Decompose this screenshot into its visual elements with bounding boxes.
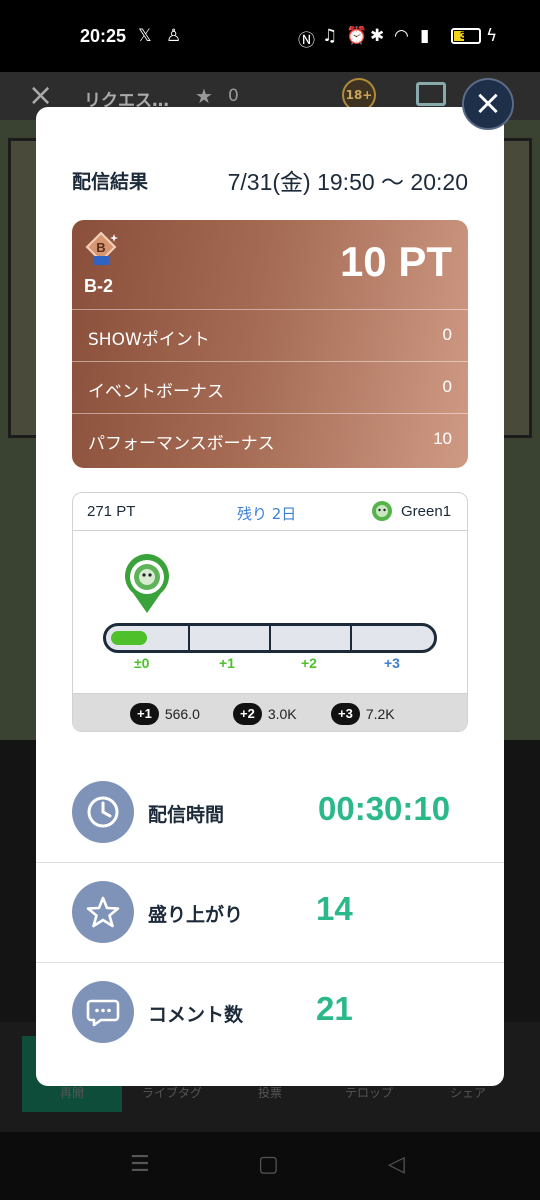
nfc-icon: Ⓝ	[298, 31, 315, 51]
requirement-step: +1	[130, 703, 159, 725]
user-avatar-icon	[372, 501, 392, 521]
rank-card: B B-2 10 PT SHOWポイント 0 イベントボーナス 0 パフォーマン…	[72, 220, 468, 468]
comment-icon	[72, 981, 134, 1043]
stat-label: コメント数	[148, 1004, 244, 1026]
accessibility-icon: ♙	[166, 26, 182, 46]
nav-label: テロップ	[345, 1086, 394, 1100]
rank-progress-card: 271 PT 残り 2日 Green1 ±0 +1 +2 +3 +1 566.0…	[72, 492, 468, 732]
user-name: Green1	[401, 503, 452, 520]
star-icon	[72, 881, 134, 943]
stat-duration: 配信時間 00:30:10	[36, 762, 504, 862]
rank-badge-icon: B	[85, 232, 118, 265]
points-row-label: イベントボーナス	[88, 382, 224, 402]
points-row-value: 10	[433, 429, 452, 448]
system-nav-bar: ☰ ▢ ◁	[0, 1132, 540, 1200]
progress-fill	[111, 631, 147, 645]
progress-tick: +3	[384, 655, 400, 671]
points-row-value: 0	[442, 377, 452, 396]
stat-label: 配信時間	[148, 804, 225, 826]
stat-value: 21	[316, 990, 353, 1027]
rank-progress-bar	[103, 623, 437, 653]
signal-icon: ▮	[420, 26, 430, 46]
charging-icon: ϟ	[486, 26, 498, 46]
alarm-icon: ⏰	[346, 26, 368, 46]
recents-icon[interactable]: ☰	[130, 1152, 150, 1177]
battery-level: 37	[459, 30, 473, 42]
rank-points: 10 PT	[339, 238, 452, 285]
days-remaining: 残り 2日	[237, 505, 297, 523]
requirement-item: +1 566.0	[130, 703, 200, 725]
star-count: 0	[228, 86, 239, 106]
clock-icon	[72, 781, 134, 843]
requirement-step: +2	[233, 703, 262, 725]
stat-label: 盛り上がり	[148, 904, 244, 926]
time-range: 7/31(金) 19:50 〜 20:20	[227, 169, 468, 195]
stat-value: 14	[316, 890, 353, 927]
points-row: SHOWポイント 0	[72, 309, 468, 361]
pip-icon	[416, 82, 446, 106]
current-points: 271 PT	[87, 503, 136, 520]
modal-title: 配信結果	[72, 171, 149, 193]
stat-excitement: 盛り上がり 14	[36, 862, 504, 962]
nav-label: シェア	[450, 1086, 487, 1100]
requirement-item: +2 3.0K	[233, 703, 297, 725]
x-app-icon: 𝕏	[138, 26, 152, 46]
requirement-value: 566.0	[164, 706, 200, 722]
status-bar: 20:25 𝕏 ♙ Ⓝ ♫ ⏰ ✱ ◠ ▮ 37 ϟ	[0, 0, 540, 72]
nav-label: 投票	[258, 1086, 283, 1100]
rank-label: B-2	[84, 276, 114, 296]
star-icon: ★	[195, 84, 213, 108]
wifi-icon: ◠	[394, 26, 409, 46]
stat-value: 00:30:10	[318, 790, 451, 827]
nav-label: ライブタグ	[142, 1086, 203, 1100]
requirement-value: 3.0K	[267, 706, 297, 722]
requirements-bar: +1 566.0 +2 3.0K +3 7.2K	[73, 693, 467, 731]
points-row: イベントボーナス 0	[72, 361, 468, 413]
nav-label: 再開	[60, 1086, 85, 1100]
close-modal-button[interactable]: ×	[462, 78, 514, 130]
badge-letter: B	[96, 240, 105, 255]
progress-tick: ±0	[134, 655, 150, 671]
battery-indicator: 37	[451, 28, 481, 44]
home-icon[interactable]: ▢	[258, 1152, 279, 1177]
requirement-value: 7.2K	[365, 706, 395, 722]
requirement-item: +3 7.2K	[331, 703, 395, 725]
points-row-label: SHOWポイント	[88, 330, 210, 350]
bluetooth-icon: ✱	[370, 26, 385, 46]
progress-tick: +1	[219, 655, 235, 671]
stat-comments: コメント数 21	[36, 962, 504, 1062]
progress-tick: +2	[301, 655, 317, 671]
headphones-icon: ♫	[322, 26, 338, 46]
requirement-step: +3	[331, 703, 360, 725]
points-row: パフォーマンスボーナス 10	[72, 413, 468, 465]
stream-result-modal: 配信結果 7/31(金) 19:50 〜 20:20 B B-2 10 PT S…	[36, 107, 504, 1086]
current-position-pin-icon	[125, 554, 169, 613]
status-time: 20:25	[80, 26, 127, 46]
progress-header: 271 PT 残り 2日 Green1	[73, 493, 467, 531]
points-row-label: パフォーマンスボーナス	[88, 434, 275, 454]
points-row-value: 0	[442, 325, 452, 344]
modal-header: 配信結果 7/31(金) 19:50 〜 20:20	[72, 163, 468, 199]
back-icon[interactable]: ◁	[388, 1152, 405, 1177]
